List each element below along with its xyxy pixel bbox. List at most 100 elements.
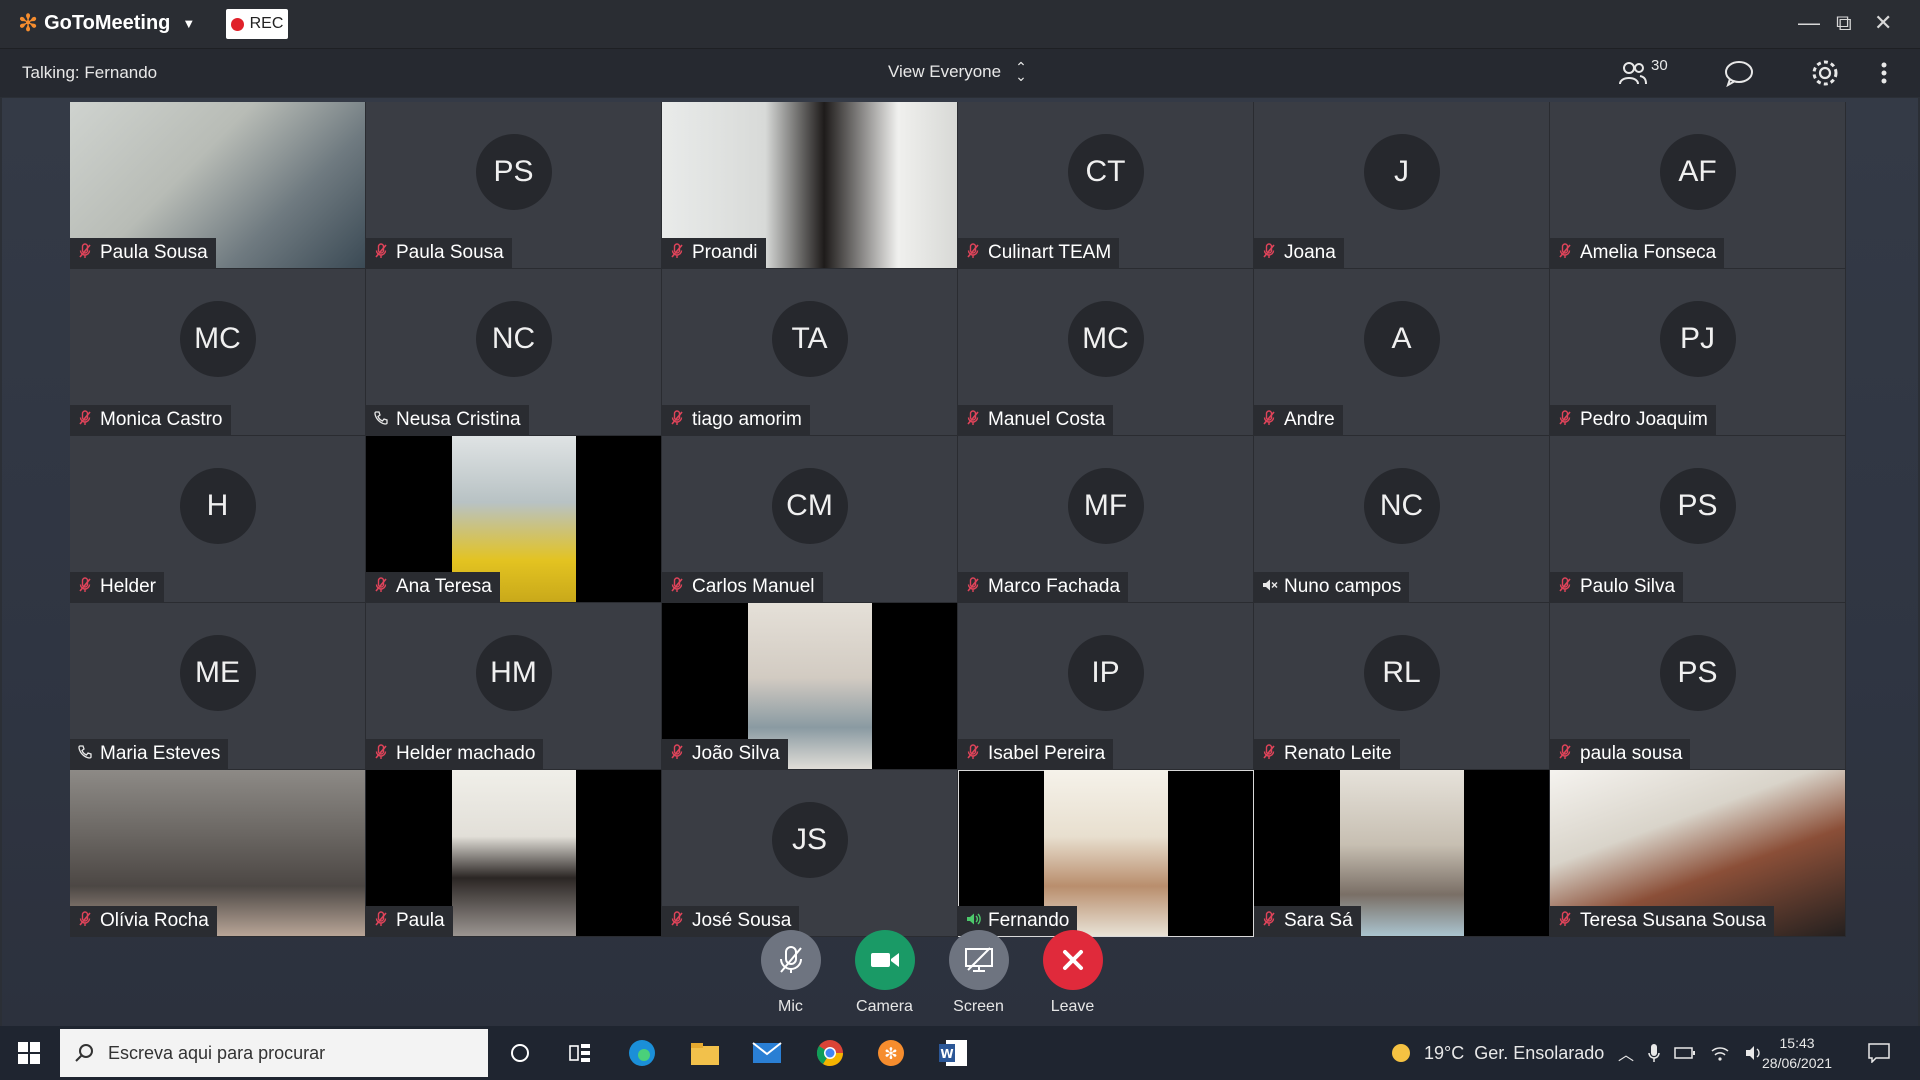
participant-avatar: CT (1067, 133, 1144, 210)
notifications-button[interactable] (1868, 1026, 1890, 1080)
participant-name-bar: Marco Fachada (958, 572, 1129, 602)
participant-tile[interactable]: João Silva (662, 603, 958, 770)
participant-name-bar: Isabel Pereira (958, 739, 1114, 769)
mic-button[interactable] (760, 930, 821, 990)
task-view-icon (569, 1044, 590, 1062)
settings-button[interactable] (1810, 57, 1840, 89)
participant-avatar: PJ (1659, 300, 1736, 377)
participant-name: Andre (1284, 409, 1335, 430)
participant-avatar: MF (1067, 467, 1144, 544)
chevron-up-icon[interactable]: ︿ (1618, 1041, 1634, 1065)
participant-avatar: A (1363, 300, 1440, 377)
participant-tile[interactable]: Fernando (958, 770, 1254, 937)
meeting-toolbar: Talking: Fernando View Everyone ⌃ ⌄ 30 (0, 49, 1920, 97)
record-button[interactable]: REC (226, 9, 288, 39)
participant-tile[interactable]: CM Carlos Manuel (662, 436, 958, 603)
screen-control: Screen (948, 930, 1009, 1016)
wifi-icon[interactable] (1710, 1045, 1730, 1061)
participant-tile[interactable]: ME Maria Esteves (70, 603, 366, 770)
participant-tile[interactable]: NC Neusa Cristina (366, 269, 662, 436)
leave-button[interactable] (1042, 930, 1103, 990)
start-button[interactable] (18, 1042, 40, 1069)
participant-tile[interactable]: A Andre (1254, 269, 1550, 436)
phone-icon (78, 745, 92, 763)
participant-tile[interactable]: JS José Sousa (662, 770, 958, 937)
video-grid: Paula Sousa PS Paula Sousa Proandi CT Culinar… (70, 102, 1848, 937)
taskbar-search-input[interactable]: Escreva aqui para procurar (60, 1029, 488, 1077)
participant-tile[interactable]: MC Manuel Costa (958, 269, 1254, 436)
participant-tile[interactable]: RL Renato Leite (1254, 603, 1550, 770)
mic-muted-icon (1262, 911, 1276, 931)
weather-widget[interactable]: 19°C Ger. Ensolarado (1388, 1026, 1604, 1080)
participant-name-bar: Culinart TEAM (958, 238, 1120, 268)
participant-tile[interactable]: PS Paula Sousa (366, 102, 662, 269)
participant-name: Paulo Silva (1580, 576, 1676, 597)
participant-tile[interactable]: Olívia Rocha (70, 770, 366, 937)
mic-muted-icon (670, 577, 684, 597)
participant-tile[interactable]: PS Paulo Silva (1550, 436, 1846, 603)
microphone-tray-icon[interactable] (1648, 1043, 1660, 1063)
participant-tile[interactable]: AF Amelia Fonseca (1550, 102, 1846, 269)
screen-button[interactable] (948, 930, 1009, 990)
system-clock[interactable]: 15:43 28/06/2021 (1762, 1033, 1832, 1073)
mic-muted-icon (78, 577, 92, 597)
participant-name-bar: Proandi (662, 238, 766, 268)
leave-label: Leave (1050, 998, 1095, 1015)
task-view-button[interactable] (565, 1038, 595, 1068)
participants-button[interactable]: 30 (1618, 57, 1668, 89)
participant-tile[interactable]: J Joana (1254, 102, 1550, 269)
participant-tile[interactable]: CT Culinart TEAM (958, 102, 1254, 269)
participant-tile[interactable]: H Helder (70, 436, 366, 603)
clock-time: 15:43 (1779, 1035, 1815, 1051)
participant-tile[interactable]: Teresa Susana Sousa (1550, 770, 1846, 937)
participant-avatar: NC (475, 300, 552, 377)
participant-tile[interactable]: Proandi (662, 102, 958, 269)
participant-tile[interactable]: HM Helder machado (366, 603, 662, 770)
battery-icon[interactable] (1674, 1046, 1696, 1060)
weather-text: 19°C Ger. Ensolarado (1424, 1042, 1605, 1063)
minimize-button[interactable]: — (1798, 10, 1820, 36)
participant-tile[interactable]: PJ Pedro Joaquim (1550, 269, 1846, 436)
mic-muted-icon (966, 744, 980, 764)
participant-name-bar: Paula Sousa (70, 238, 216, 268)
close-window-button[interactable]: ✕ (1874, 10, 1892, 36)
participant-tile[interactable]: PS paula sousa (1550, 603, 1846, 770)
participant-name-bar: Renato Leite (1254, 739, 1400, 769)
mic-muted-icon (966, 410, 980, 430)
participant-tile[interactable]: NC Nuno campos (1254, 436, 1550, 603)
mic-muted-icon (78, 911, 92, 931)
taskbar-file-explorer[interactable] (690, 1038, 720, 1068)
cortana-button[interactable] (505, 1038, 535, 1068)
participant-tile[interactable]: Paula (366, 770, 662, 937)
folder-icon (691, 1043, 719, 1065)
view-mode-selector[interactable]: View Everyone ⌃ ⌄ (888, 60, 1027, 83)
participant-tile[interactable]: Ana Teresa (366, 436, 662, 603)
taskbar-gotomeeting[interactable]: ✻ (876, 1038, 906, 1068)
participant-tile[interactable]: Sara Sá (1254, 770, 1550, 937)
mic-muted-icon (1262, 243, 1276, 263)
taskbar-word[interactable]: W (938, 1038, 968, 1068)
participant-tile[interactable]: IP Isabel Pereira (958, 603, 1254, 770)
camera-button[interactable] (854, 930, 915, 990)
participant-tile[interactable]: Paula Sousa (70, 102, 366, 269)
screen-share-icon (964, 947, 994, 973)
participant-name: Paula (396, 910, 445, 931)
participant-tile[interactable]: TA tiago amorim (662, 269, 958, 436)
more-options-button[interactable] (1880, 57, 1888, 89)
mic-muted-icon (1262, 410, 1276, 430)
participant-tile[interactable]: MC Monica Castro (70, 269, 366, 436)
mic-muted-icon (374, 911, 388, 931)
participant-name-bar: Paula (366, 906, 453, 936)
participant-name-bar: paula sousa (1550, 739, 1691, 769)
call-controls: Mic Camera Screen Leave (760, 930, 1103, 1016)
participant-tile[interactable]: MF Marco Fachada (958, 436, 1254, 603)
taskbar-edge[interactable] (627, 1038, 657, 1068)
leave-icon (1061, 948, 1085, 972)
taskbar-chrome[interactable] (815, 1038, 845, 1068)
app-menu[interactable]: ✻ GoToMeeting ▼ (18, 11, 195, 35)
participant-avatar: MC (1067, 300, 1144, 377)
taskbar-mail[interactable] (752, 1038, 782, 1068)
chat-button[interactable] (1724, 57, 1754, 89)
restore-button[interactable]: ⧉ (1836, 10, 1852, 36)
participant-name-bar: Pedro Joaquim (1550, 405, 1716, 435)
